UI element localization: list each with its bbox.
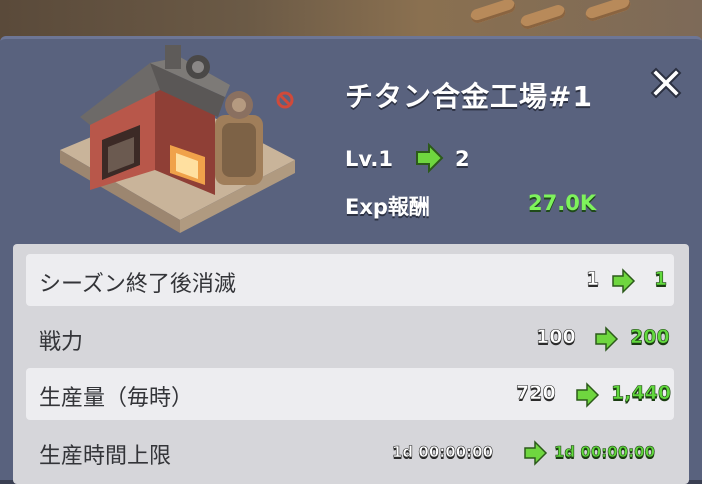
stat-label: 生産時間上限 — [39, 444, 172, 469]
stat-row-power: 戦力 100 200 — [26, 312, 674, 364]
building-title: チタン合金工場#1 — [345, 80, 593, 113]
close-x-icon[interactable] — [646, 63, 686, 103]
stat-row-season-expire: シーズン終了後消滅 1 1 — [26, 254, 674, 306]
stat-label: 生産量（毎時） — [39, 386, 194, 411]
background-map — [0, 0, 702, 40]
green-arrow-right-icon — [524, 440, 548, 466]
log-decoration — [583, 0, 633, 23]
exp-reward-value: 27.0K — [528, 191, 597, 215]
stat-to: 1 — [654, 268, 668, 291]
stat-label: 戦力 — [39, 330, 84, 355]
level-current: Lv.1 — [345, 147, 393, 171]
titanium-alloy-factory-icon — [60, 45, 295, 233]
green-arrow-right-icon — [576, 382, 600, 408]
stat-to: 1d 00:00:00 — [554, 443, 656, 462]
level-next: 2 — [455, 147, 470, 171]
stats-list: シーズン終了後消滅 1 1 戦力 100 200 生産量（毎時） 720 1,4… — [13, 244, 689, 484]
stat-row-production: 生産量（毎時） 720 1,440 — [26, 368, 674, 420]
stat-from: 720 — [516, 382, 556, 405]
green-arrow-right-icon — [595, 326, 619, 352]
stat-from: 100 — [536, 326, 576, 349]
stat-from: 1d 00:00:00 — [392, 443, 494, 462]
green-arrow-right-icon — [612, 268, 636, 294]
log-decoration — [518, 3, 568, 31]
level-arrow-icon — [416, 142, 444, 174]
log-decoration — [468, 0, 518, 25]
exp-reward-label: Exp報酬 — [345, 195, 430, 219]
stat-from: 1 — [586, 268, 600, 291]
stat-label: シーズン終了後消滅 — [39, 272, 236, 297]
stat-row-production-time-limit: 生産時間上限 1d 00:00:00 1d 00:00:00 — [26, 426, 674, 478]
stat-to: 200 — [630, 326, 670, 349]
building-info-panel: チタン合金工場#1 Lv.1 2 Exp報酬 27.0K シーズン終了後消滅 1… — [0, 36, 702, 484]
stat-to: 1,440 — [611, 382, 672, 405]
